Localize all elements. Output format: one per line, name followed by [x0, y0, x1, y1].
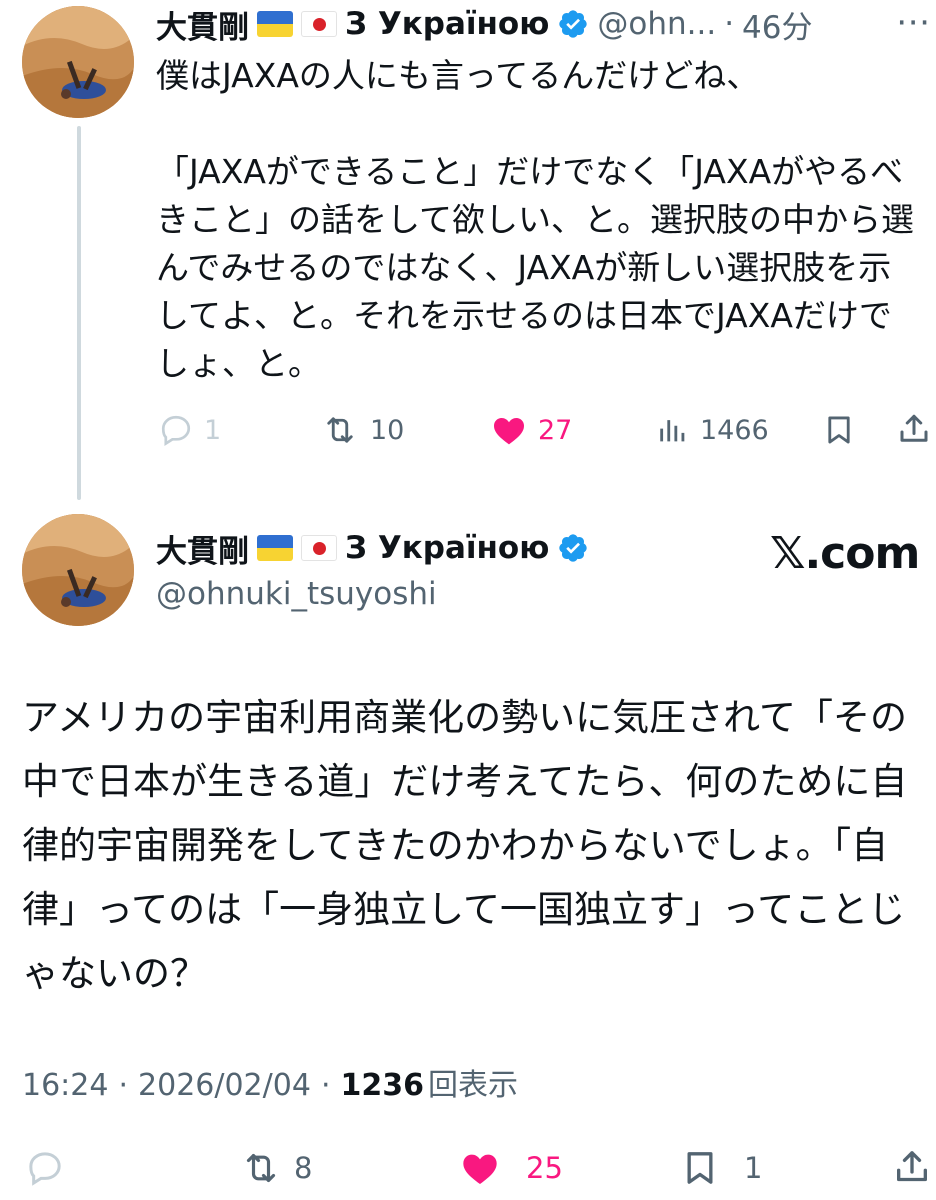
reply-icon: [161, 415, 191, 446]
tweet-text: アメリカの宇宙利用商業化の勢いに気圧されて「その中で日本が生きる道」だけ考えてた…: [22, 696, 908, 995]
like-count: 25: [526, 1151, 563, 1185]
author-suffix[interactable]: З Україною: [345, 6, 549, 42]
view-count: 1466: [700, 414, 769, 446]
avatar-image: [22, 514, 134, 626]
bookmark-button[interactable]: [822, 412, 856, 448]
share-button[interactable]: [896, 410, 932, 448]
retweet-icon: [246, 1153, 276, 1183]
view-label: 回表示: [427, 1068, 518, 1103]
japan-flag-icon: [301, 535, 337, 561]
verified-icon: [559, 534, 588, 562]
reply-icon: [29, 1152, 61, 1186]
author-handle[interactable]: @ohn...: [597, 6, 716, 42]
more-icon[interactable]: ⋯: [896, 0, 930, 44]
retweet-button[interactable]: 10: [320, 412, 404, 448]
views-icon: [660, 420, 685, 442]
x-brand-logo[interactable]: 𝕏.com: [770, 526, 920, 582]
post-time[interactable]: 16:24: [22, 1064, 108, 1108]
like-count: 27: [538, 414, 573, 446]
reply-button[interactable]: 1: [158, 412, 221, 448]
separator: ·: [118, 1068, 129, 1103]
avatar[interactable]: [22, 6, 134, 118]
bookmark-button[interactable]: 1: [680, 1148, 762, 1188]
author-name[interactable]: 大貫剛: [156, 526, 249, 571]
retweet-icon: [327, 417, 353, 443]
views-button[interactable]: 1466: [656, 412, 769, 448]
thread-line: [77, 126, 81, 500]
separator: ·: [320, 1068, 331, 1103]
like-button[interactable]: 27: [490, 412, 572, 448]
ukraine-flag-icon: [257, 535, 293, 561]
heart-icon: [494, 418, 524, 445]
reply-count: 1: [204, 414, 222, 446]
bookmark-count: 1: [744, 1151, 763, 1185]
avatar[interactable]: [22, 514, 134, 626]
reply-button[interactable]: [24, 1148, 66, 1188]
share-icon: [900, 414, 928, 442]
author-name[interactable]: 大貫剛: [156, 2, 249, 47]
timestamp[interactable]: 46分: [742, 2, 812, 47]
like-button[interactable]: 25: [458, 1148, 563, 1188]
ukraine-flag-icon: [257, 11, 293, 37]
tweet-meta: 16:24 · 2026/02/04 · 1236 回表示: [22, 1064, 518, 1108]
reply-header: 大貫剛 З Україною @ohn... · 46分: [156, 2, 813, 46]
author-handle[interactable]: @ohnuki_tsuyoshi: [156, 572, 437, 616]
japan-flag-icon: [301, 11, 337, 37]
share-button[interactable]: [892, 1146, 932, 1188]
post-date[interactable]: 2026/02/04: [138, 1064, 311, 1108]
share-icon: [897, 1151, 927, 1182]
tweet-text: 僕はJAXAの人にも言ってるんだけどね、 「JAXAができること」だけでなく「J…: [156, 56, 915, 383]
separator: ·: [724, 6, 735, 42]
heart-icon: [463, 1154, 497, 1184]
view-count: 1236: [340, 1068, 424, 1103]
retweet-count: 10: [370, 414, 405, 446]
author-suffix[interactable]: З Україною: [345, 530, 549, 566]
avatar-image: [22, 6, 134, 118]
main-header: 大貫剛 З Україною: [156, 526, 589, 570]
retweet-button[interactable]: 8: [238, 1148, 312, 1188]
verified-icon: [559, 10, 588, 38]
retweet-count: 8: [294, 1151, 313, 1185]
bookmark-icon: [687, 1152, 713, 1184]
bookmark-icon: [828, 416, 850, 444]
